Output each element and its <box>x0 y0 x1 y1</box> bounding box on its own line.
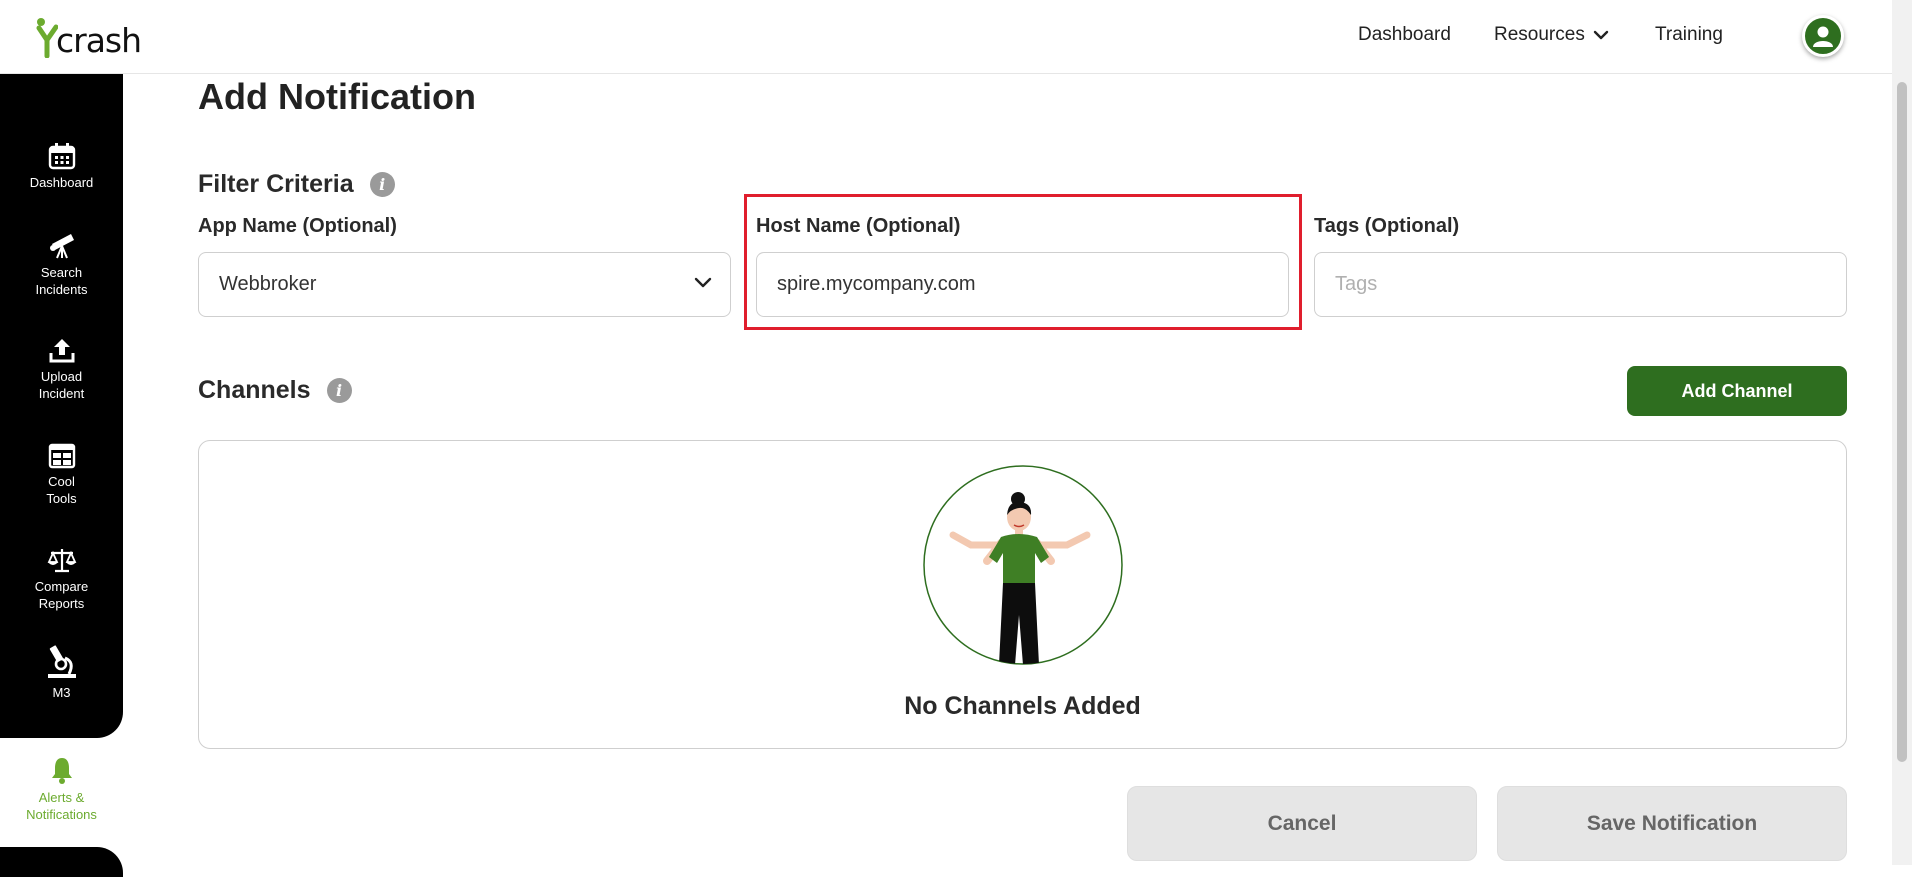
sidebar-item-upload-incident[interactable]: Upload Incident <box>0 330 123 402</box>
empty-state-illustration <box>923 465 1123 665</box>
empty-state-text: No Channels Added <box>904 692 1141 720</box>
host-name-input[interactable] <box>777 253 1288 316</box>
sidebar-item-dashboard[interactable]: Dashboard <box>0 136 123 191</box>
logo-text: crash <box>56 21 142 60</box>
save-notification-button[interactable]: Save Notification <box>1497 786 1847 861</box>
sidebar-item-cool-tools[interactable]: Cool Tools <box>0 435 123 507</box>
calendar-icon <box>48 136 76 170</box>
cancel-button[interactable]: Cancel <box>1127 786 1477 861</box>
page-title: Add Notification <box>198 76 476 117</box>
host-name-field-wrapper <box>756 252 1289 317</box>
scrollbar[interactable] <box>1892 0 1912 865</box>
sidebar-item-label: Alerts & Notifications <box>26 790 97 822</box>
info-icon[interactable]: i <box>326 378 352 403</box>
nav-resources-label: Resources <box>1494 24 1585 45</box>
app-logo[interactable]: crash <box>36 14 142 60</box>
sidebar-item-label: Cool Tools <box>46 474 77 506</box>
add-channel-button[interactable]: Add Channel <box>1627 366 1847 416</box>
sidebar-item-m3[interactable]: M3 <box>0 645 123 701</box>
app-name-label: App Name (Optional) <box>198 215 397 237</box>
app-name-select[interactable]: Webbroker <box>198 252 731 317</box>
sidebar-item-label: M3 <box>52 685 71 700</box>
scales-icon <box>47 540 77 574</box>
scrollbar-thumb[interactable] <box>1897 82 1907 762</box>
tags-label: Tags (Optional) <box>1314 215 1460 237</box>
channels-panel: No Channels Added <box>198 440 1847 749</box>
chevron-down-icon <box>694 277 712 288</box>
nav-training[interactable]: Training <box>1655 24 1723 46</box>
filter-criteria-title: Filter Criteria <box>198 170 354 198</box>
microscope-icon <box>45 645 79 680</box>
nav-resources[interactable]: Resources <box>1494 24 1609 46</box>
logo-mark-icon <box>36 18 58 58</box>
sidebar-item-label: Compare Reports <box>34 579 89 611</box>
upload-icon <box>48 330 76 364</box>
bell-icon <box>50 756 74 786</box>
app-name-selected-value: Webbroker <box>219 273 317 295</box>
nav-dashboard[interactable]: Dashboard <box>1358 24 1451 46</box>
sidebar: Dashboard Search Incidents Upload Incide… <box>0 74 123 738</box>
channels-heading: Channels i <box>198 376 352 405</box>
tags-field-wrapper <box>1314 252 1847 317</box>
sidebar-item-label: Upload Incident <box>38 369 85 401</box>
tags-input[interactable] <box>1335 253 1846 316</box>
chevron-down-icon <box>1593 30 1609 40</box>
sidebar-bottom <box>0 847 123 877</box>
channels-title: Channels <box>198 376 311 404</box>
user-avatar[interactable] <box>1802 15 1844 57</box>
info-icon[interactable]: i <box>369 172 395 197</box>
sidebar-item-alerts-notifications[interactable]: Alerts & Notifications <box>0 756 123 823</box>
user-icon <box>1813 26 1833 47</box>
sidebar-item-label: Search Incidents <box>35 265 88 297</box>
sidebar-item-compare-reports[interactable]: Compare Reports <box>0 540 123 612</box>
host-name-label: Host Name (Optional) <box>756 215 961 237</box>
sidebar-item-label: Dashboard <box>29 175 94 190</box>
telescope-icon <box>47 226 77 260</box>
top-bar: crash Dashboard Resources Training <box>0 0 1892 74</box>
filter-criteria-heading: Filter Criteria i <box>198 170 395 199</box>
grid-tools-icon <box>48 435 76 469</box>
sidebar-item-search-incidents[interactable]: Search Incidents <box>0 226 123 298</box>
